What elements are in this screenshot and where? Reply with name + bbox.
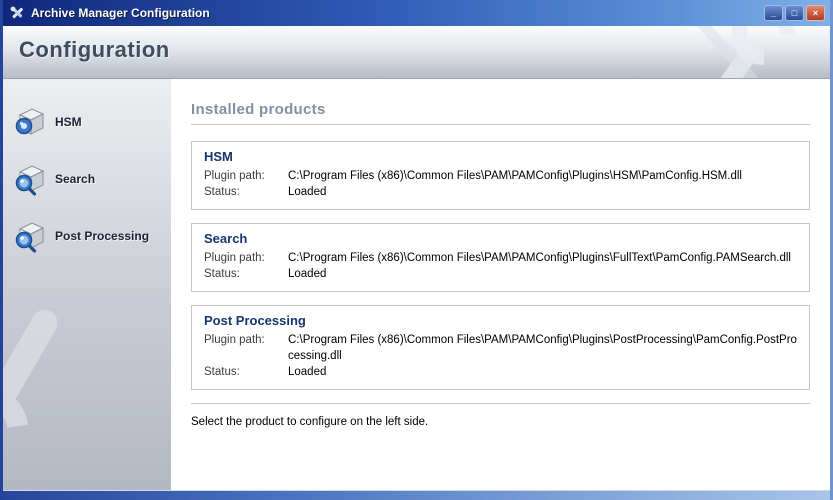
footer-note: Select the product to configure on the l… [191,416,810,428]
banner: Configuration [3,26,830,79]
status-value: Loaded [288,364,797,380]
status-label: Status: [204,364,288,380]
wrench-watermark-sidebar [3,274,171,490]
sidebar-item-label: HSM [55,115,82,129]
plugin-path-label: Plugin path: [204,168,288,184]
sidebar: HSM Search [3,79,171,490]
heading-divider [191,124,810,125]
main-body: HSM Search [3,79,830,490]
close-button[interactable]: × [806,5,825,21]
app-window: Archive Manager Configuration _ □ × Conf… [0,0,833,500]
sidebar-item-hsm[interactable]: HSM [3,99,171,145]
sidebar-item-label: Post Processing [55,229,149,243]
sidebar-item-search[interactable]: Search [3,156,171,202]
wrench-watermark-banner [664,26,830,79]
status-label: Status: [204,184,288,200]
status-label: Status: [204,266,288,282]
product-card-search: Search Plugin path: C:\Program Files (x8… [191,223,810,292]
sidebar-item-post-processing[interactable]: Post Processing [3,213,171,259]
bottom-strip [3,490,830,500]
footer-divider [191,403,810,404]
plugin-path-label: Plugin path: [204,250,288,266]
product-name: Search [204,231,797,246]
titlebar: Archive Manager Configuration _ □ × [3,0,830,26]
app-icon [9,5,25,21]
installed-products-heading: Installed products [191,101,810,118]
search-package-icon [13,161,47,197]
plugin-path-value: C:\Program Files (x86)\Common Files\PAM\… [288,250,797,266]
minimize-button[interactable]: _ [764,5,783,21]
product-card-hsm: HSM Plugin path: C:\Program Files (x86)\… [191,141,810,210]
product-card-post-processing: Post Processing Plugin path: C:\Program … [191,305,810,390]
sidebar-item-label: Search [55,172,95,186]
status-value: Loaded [288,184,797,200]
status-value: Loaded [288,266,797,282]
product-name: Post Processing [204,313,797,328]
plugin-path-value: C:\Program Files (x86)\Common Files\PAM\… [288,332,797,364]
content-panel: Installed products HSM Plugin path: C:\P… [171,79,830,490]
plugin-path-value: C:\Program Files (x86)\Common Files\PAM\… [288,168,797,184]
hsm-package-icon [13,104,47,140]
product-name: HSM [204,149,797,164]
post-processing-package-icon [13,218,47,254]
window-controls: _ □ × [764,5,825,21]
page-title: Configuration [19,37,170,63]
maximize-button[interactable]: □ [785,5,804,21]
window-title: Archive Manager Configuration [31,6,764,20]
plugin-path-label: Plugin path: [204,332,288,364]
